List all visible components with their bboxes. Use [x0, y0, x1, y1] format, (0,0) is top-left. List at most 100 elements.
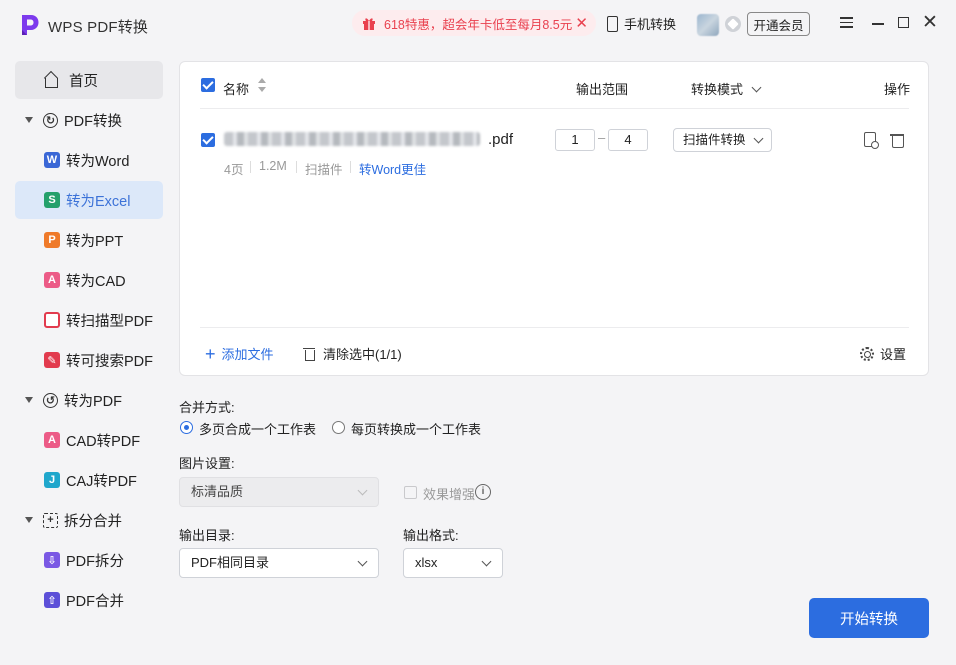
to-pdf-icon: ↺	[43, 392, 58, 408]
output-format-value: xlsx	[415, 555, 438, 570]
sidebar-item-to-cad[interactable]: A 转为CAD	[15, 261, 163, 299]
pdf-split-icon: ⇩	[44, 552, 60, 568]
sidebar-item-label: CAD转PDF	[66, 433, 141, 450]
merge-mode-label: 合并方式:	[179, 400, 235, 415]
mobile-convert-button[interactable]: 手机转换	[607, 14, 676, 33]
info-icon[interactable]: i	[475, 484, 491, 500]
chevron-down-icon	[751, 82, 762, 93]
avatar[interactable]	[697, 14, 719, 36]
sidebar-group-to-pdf[interactable]: ↺ 转为PDF	[15, 381, 163, 419]
promo-banner[interactable]: 618特惠，超会年卡低至每月8.5元 ✕	[352, 10, 596, 36]
start-convert-button[interactable]: 开始转换	[809, 598, 929, 638]
clear-selected-button[interactable]: 清除选中(1/1)	[303, 344, 402, 363]
column-header-name[interactable]: 名称	[223, 79, 249, 98]
output-format-select[interactable]: xlsx	[403, 548, 503, 578]
column-header-mode[interactable]: 转换模式	[691, 79, 762, 98]
sidebar-item-to-searchable-pdf[interactable]: ✎ 转可搜索PDF	[15, 341, 163, 379]
sidebar-item-label: 拆分合并	[64, 513, 122, 530]
sidebar-item-label: CAJ转PDF	[66, 473, 137, 490]
open-vip-button[interactable]: 开通会员	[747, 12, 810, 36]
convert-mode-select[interactable]: 扫描件转换	[673, 128, 772, 152]
minimize-icon[interactable]	[869, 14, 887, 32]
output-dir-value: PDF相同目录	[191, 555, 270, 570]
to-word-hint-link[interactable]: 转Word更佳	[359, 159, 426, 178]
file-list-panel: 名称 输出范围 转换模式 操作 .pdf 4页 1.2M 扫描件 转Word更佳…	[179, 61, 929, 376]
menu-icon[interactable]	[838, 14, 856, 32]
caj-icon: J	[44, 472, 60, 488]
sidebar-group-pdf-convert[interactable]: ↻ PDF转换	[15, 101, 163, 139]
sidebar-item-label: 转为Excel	[66, 193, 131, 210]
sidebar-item-cad-to-pdf[interactable]: A CAD转PDF	[15, 421, 163, 459]
range-from-input[interactable]: 1	[555, 129, 595, 151]
close-window-icon[interactable]: ✕	[921, 13, 939, 32]
header-divider	[200, 108, 909, 109]
range-to-input[interactable]: 4	[608, 129, 648, 151]
merge-per-page-radio[interactable]	[332, 421, 345, 434]
sidebar: 首页 ↻ PDF转换 W 转为Word S 转为Excel P 转为PPT A …	[15, 61, 163, 621]
settings-button[interactable]: 设置	[860, 344, 906, 363]
sidebar-item-label: PDF拆分	[66, 553, 124, 570]
merge-per-page-label[interactable]: 每页转换成一个工作表	[351, 419, 481, 438]
file-size: 1.2M	[259, 159, 287, 173]
select-all-checkbox[interactable]	[201, 78, 215, 92]
chevron-down-icon	[481, 556, 492, 567]
home-icon	[43, 72, 59, 88]
word-icon: W	[44, 152, 60, 168]
file-name-redacted	[224, 132, 480, 146]
output-dir-select[interactable]: PDF相同目录	[179, 548, 379, 578]
add-file-label: 添加文件	[221, 347, 274, 362]
merge-single-sheet-radio[interactable]	[180, 421, 193, 434]
sidebar-item-home[interactable]: 首页	[15, 61, 163, 99]
chevron-down-icon	[753, 133, 764, 144]
add-file-button[interactable]: + 添加文件	[205, 344, 274, 363]
sidebar-item-to-excel[interactable]: S 转为Excel	[15, 181, 163, 219]
settings-label: 设置	[880, 347, 907, 362]
sidebar-item-label: 转为PPT	[66, 233, 124, 250]
sidebar-group-split-merge[interactable]: + 拆分合并	[15, 501, 163, 539]
meta-divider	[296, 161, 297, 173]
meta-divider	[350, 161, 351, 173]
promo-text: 618特惠，超会年卡低至每月8.5元	[384, 17, 573, 32]
maximize-icon[interactable]	[895, 14, 913, 32]
image-quality-value: 标清品质	[191, 484, 244, 499]
plus-icon: +	[205, 343, 216, 364]
sidebar-item-label: 转扫描型PDF	[66, 313, 153, 330]
enhance-checkbox	[404, 486, 417, 499]
cad-icon: A	[44, 272, 60, 288]
convert-mode-value: 扫描件转换	[683, 133, 746, 147]
sort-icon[interactable]	[258, 78, 266, 94]
output-dir-label: 输出目录:	[179, 528, 235, 543]
column-header-range: 输出范围	[576, 82, 629, 97]
split-merge-icon: +	[43, 512, 58, 528]
sidebar-item-to-word[interactable]: W 转为Word	[15, 141, 163, 179]
file-type: 扫描件	[305, 163, 343, 177]
meta-divider	[250, 161, 251, 173]
sidebar-item-to-ppt[interactable]: P 转为PPT	[15, 221, 163, 259]
sidebar-item-label: 转为Word	[66, 153, 130, 170]
sidebar-item-label: 首页	[69, 73, 98, 90]
sidebar-item-label: 转为PDF	[64, 393, 122, 410]
preview-icon[interactable]	[864, 132, 879, 149]
phone-icon	[607, 15, 618, 32]
image-quality-select: 标清品质	[179, 477, 379, 507]
merge-single-sheet-label[interactable]: 多页合成一个工作表	[199, 419, 316, 438]
cad-icon: A	[44, 432, 60, 448]
sidebar-item-label: 转为CAD	[66, 273, 126, 290]
title-bar: WPS PDF转换 618特惠，超会年卡低至每月8.5元 ✕ 手机转换 开通会员…	[0, 0, 956, 48]
enhance-label: 效果增强	[423, 487, 476, 502]
scan-pdf-icon	[44, 312, 60, 328]
range-separator: –	[598, 130, 606, 145]
delete-icon[interactable]	[890, 132, 906, 148]
image-settings-label: 图片设置:	[179, 456, 235, 471]
gear-icon	[860, 346, 874, 361]
promo-close-icon[interactable]: ✕	[575, 14, 588, 32]
file-checkbox[interactable]	[201, 133, 215, 147]
pdf-convert-icon: ↻	[43, 112, 58, 128]
sidebar-item-pdf-merge[interactable]: ⇧ PDF合并	[15, 581, 163, 619]
clear-selected-label: 清除选中(1/1)	[323, 347, 402, 362]
collapse-caret-icon	[25, 117, 33, 123]
sidebar-item-pdf-split[interactable]: ⇩ PDF拆分	[15, 541, 163, 579]
sidebar-item-caj-to-pdf[interactable]: J CAJ转PDF	[15, 461, 163, 499]
sidebar-item-label: PDF合并	[66, 593, 124, 610]
sidebar-item-to-scan-pdf[interactable]: 转扫描型PDF	[15, 301, 163, 339]
